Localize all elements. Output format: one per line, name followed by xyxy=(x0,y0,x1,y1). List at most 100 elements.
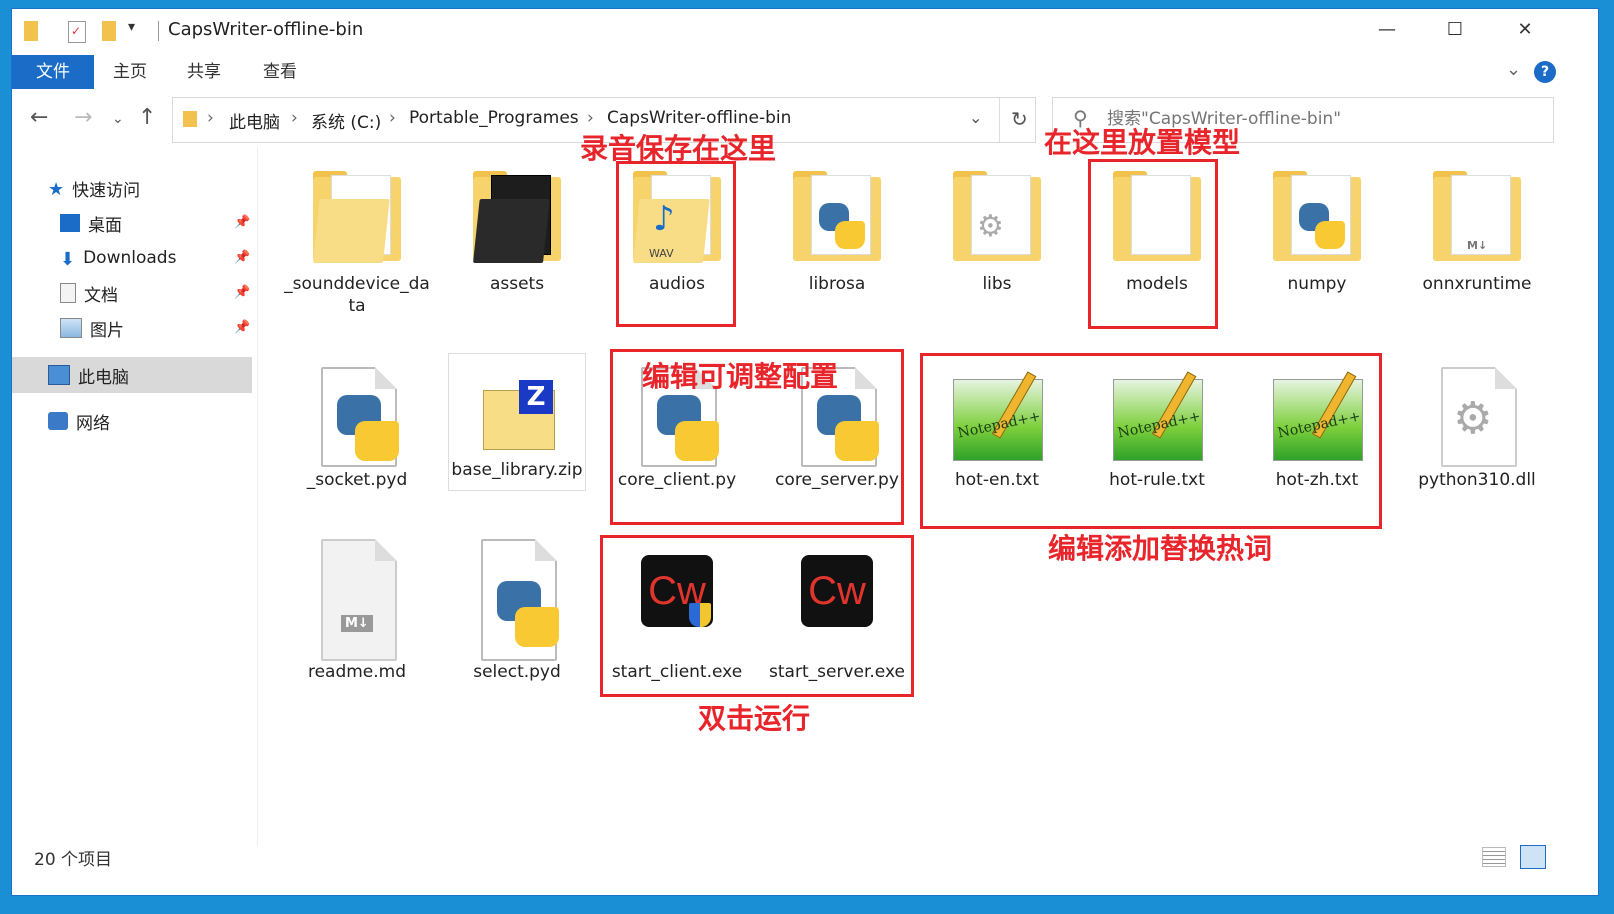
nav-item-label: 桌面 xyxy=(88,215,122,236)
nav-this-pc[interactable]: 此电脑 xyxy=(48,360,129,390)
pin-icon[interactable]: 📌 xyxy=(234,250,250,265)
folder-md-icon: M↓ xyxy=(1427,169,1527,269)
large-icons-view-icon[interactable] xyxy=(1520,845,1546,869)
forward-button[interactable]: → xyxy=(74,105,92,130)
help-icon[interactable]: ? xyxy=(1534,61,1556,83)
details-view-icon[interactable] xyxy=(1482,847,1506,867)
file-name: _socket.pyd xyxy=(306,470,408,490)
window-title: CapsWriter-offline-bin xyxy=(168,19,364,40)
status-bar: 20 个项目 xyxy=(12,843,1598,873)
nav-network-label: 网络 xyxy=(76,413,110,434)
file-item-select-pyd[interactable]: select.pyd xyxy=(442,537,592,683)
annotation-text-audios: 录音保存在这里 xyxy=(580,132,777,165)
nav-item-documents[interactable]: 文档 xyxy=(60,278,118,308)
markdown-file-icon: M↓ xyxy=(307,537,407,661)
annotation-box-run xyxy=(600,535,914,697)
up-button[interactable]: ↑ xyxy=(138,105,156,130)
file-item-librosa[interactable]: librosa xyxy=(762,169,912,295)
file-item-numpy[interactable]: numpy xyxy=(1242,169,1392,295)
folder-python-icon xyxy=(787,169,887,269)
breadcrumb-portable-programes[interactable]: Portable_Programes xyxy=(409,108,579,128)
file-name: python310.dll xyxy=(1418,470,1536,490)
nav-item-label: 文档 xyxy=(84,285,118,306)
nav-item-downloads[interactable]: ⬇ Downloads xyxy=(60,243,176,273)
pin-icon[interactable]: 📌 xyxy=(234,320,250,335)
ribbon-expand-icon[interactable]: ⌄ xyxy=(1506,59,1521,80)
annotation-text-run: 双击运行 xyxy=(698,702,811,735)
folder-icon xyxy=(24,21,38,41)
nav-item-label: 图片 xyxy=(90,320,124,341)
nav-item-pictures[interactable]: 图片 xyxy=(60,313,124,343)
python-file-icon xyxy=(467,537,567,661)
file-name: numpy xyxy=(1287,274,1347,294)
tab-home[interactable]: 主页 xyxy=(108,55,152,89)
tab-share[interactable]: 共享 xyxy=(182,55,226,89)
file-name: assets xyxy=(489,274,545,294)
annotation-box-models xyxy=(1088,159,1218,329)
maximize-button[interactable]: ☐ xyxy=(1422,9,1488,49)
pane-divider xyxy=(257,147,258,847)
pictures-icon xyxy=(60,318,82,338)
star-icon: ★ xyxy=(48,179,65,200)
file-name: onnxruntime xyxy=(1422,274,1532,294)
folder-gear-icon: ⚙ xyxy=(947,169,1047,269)
back-button[interactable]: ← xyxy=(30,105,48,130)
computer-icon xyxy=(48,365,70,385)
file-name: _sounddevice_data xyxy=(284,274,430,316)
network-icon xyxy=(48,412,68,430)
minimize-button[interactable]: — xyxy=(1354,9,1420,49)
recent-locations-dropdown[interactable]: ⌄ xyxy=(112,111,124,127)
breadcrumb-this-pc[interactable]: 此电脑 xyxy=(229,108,280,133)
breadcrumb-separator: › xyxy=(389,108,396,128)
annotation-text-models: 在这里放置模型 xyxy=(1044,126,1241,159)
refresh-icon[interactable]: ↻ xyxy=(1011,107,1028,131)
file-item-assets[interactable]: assets xyxy=(442,169,592,295)
annotation-box-hotwords xyxy=(920,353,1382,529)
folder-dark-icon xyxy=(467,169,567,269)
pin-icon[interactable]: 📌 xyxy=(234,285,250,300)
breadcrumb-separator: › xyxy=(291,108,298,128)
annotation-text-hotwords: 编辑添加替换热词 xyxy=(1048,532,1273,565)
file-item-libs[interactable]: ⚙ libs xyxy=(922,169,1072,295)
download-icon: ⬇ xyxy=(60,249,76,270)
pin-icon[interactable]: 📌 xyxy=(234,215,250,230)
explorer-window: ✓ ▾ CapsWriter-offline-bin — ☐ ✕ 文件 主页 共… xyxy=(11,8,1599,896)
close-button[interactable]: ✕ xyxy=(1492,9,1558,49)
tab-view[interactable]: 查看 xyxy=(258,55,302,89)
file-item-base-library-zip[interactable]: Z base_library.zip xyxy=(442,353,592,491)
file-item-python310-dll[interactable]: ⚙ python310.dll xyxy=(1402,365,1552,491)
folder-python-icon xyxy=(1267,169,1367,269)
nav-quick-access[interactable]: ★ 快速访问 xyxy=(48,173,140,203)
title-bar: ✓ ▾ CapsWriter-offline-bin — ☐ ✕ xyxy=(12,9,1598,49)
nav-quick-access-label: 快速访问 xyxy=(72,180,141,201)
nav-item-label: Downloads xyxy=(83,248,177,268)
file-name: select.pyd xyxy=(473,662,561,682)
item-count: 20 个项目 xyxy=(34,850,113,870)
file-item-onnxruntime[interactable]: M↓ onnxruntime xyxy=(1402,169,1552,295)
breadcrumb-separator: › xyxy=(207,108,214,128)
file-name: librosa xyxy=(808,274,866,294)
quick-access-dropdown-icon[interactable]: ▾ xyxy=(128,19,135,35)
file-item-sounddevice-data[interactable]: _sounddevice_data xyxy=(282,169,432,317)
ribbon-tabs: 文件 主页 共享 查看 ⌄ ? xyxy=(12,55,1598,89)
address-dropdown-icon[interactable]: ⌄ xyxy=(969,108,982,127)
nav-item-desktop[interactable]: 桌面 xyxy=(60,208,122,238)
nav-this-pc-label: 此电脑 xyxy=(78,367,129,388)
tab-file[interactable]: 文件 xyxy=(12,55,94,89)
annotation-text-config: 编辑可调整配置 xyxy=(642,360,839,393)
annotation-box-audios xyxy=(616,161,736,327)
breadcrumb-current-folder[interactable]: CapsWriter-offline-bin xyxy=(607,108,791,128)
properties-icon[interactable]: ✓ xyxy=(68,21,86,43)
file-item-socket-pyd[interactable]: _socket.pyd xyxy=(282,365,432,491)
breadcrumb-system-c[interactable]: 系统 (C:) xyxy=(311,108,381,133)
dll-icon: ⚙ xyxy=(1427,365,1527,467)
document-icon xyxy=(60,283,76,303)
desktop-icon xyxy=(60,214,80,232)
breadcrumb-separator: › xyxy=(587,108,594,128)
file-item-readme-md[interactable]: M↓ readme.md xyxy=(282,537,432,683)
python-file-icon xyxy=(307,365,407,467)
new-folder-icon[interactable] xyxy=(102,21,116,41)
title-divider xyxy=(158,21,159,41)
folder-doc-icon xyxy=(307,169,407,269)
nav-network[interactable]: 网络 xyxy=(48,406,110,436)
